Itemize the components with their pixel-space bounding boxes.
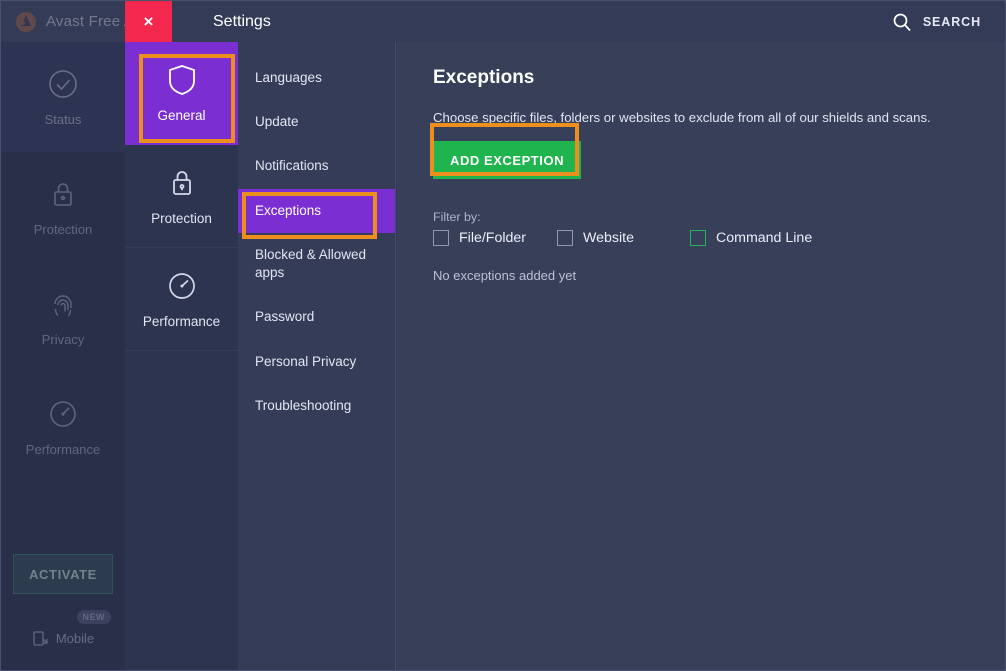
activate-button[interactable]: ACTIVATE — [13, 554, 113, 594]
settings-nav-troubleshooting[interactable]: Troubleshooting — [238, 384, 395, 428]
app-sidebar-nav: Status Protection Privacy Performance — [1, 42, 125, 482]
empty-state-note: No exceptions added yet — [433, 268, 577, 283]
filter-label-file-folder: File/Folder — [459, 230, 527, 246]
filter-file-folder[interactable]: File/Folder — [433, 230, 557, 246]
checkbox-file-folder[interactable] — [433, 230, 449, 246]
checkbox-command-line[interactable] — [690, 230, 706, 246]
add-exception-button[interactable]: ADD EXCEPTION — [433, 141, 582, 179]
lock-icon — [46, 177, 80, 211]
close-x-icon: × — [143, 12, 154, 31]
sidebar-item-protection[interactable]: Protection — [1, 152, 125, 262]
page-title: Exceptions — [433, 67, 535, 88]
settings-nav-notifications[interactable]: Notifications — [238, 144, 395, 188]
exceptions-pane: Exceptions Choose specific files, folder… — [397, 42, 1005, 670]
sidebar-item-performance[interactable]: Performance — [1, 372, 125, 482]
gauge-icon — [166, 270, 198, 302]
settings-nav-exceptions[interactable]: Exceptions — [238, 188, 395, 233]
filter-label-website: Website — [583, 230, 634, 246]
category-performance[interactable]: Performance — [125, 248, 238, 351]
settings-modal: × Settings SEARCH General Protection Per… — [125, 1, 1005, 670]
category-label-general: General — [157, 108, 206, 123]
page-description: Choose specific files, folders or websit… — [433, 110, 931, 125]
checkbox-website[interactable] — [557, 230, 573, 246]
filter-website[interactable]: Website — [557, 230, 690, 246]
settings-nav-blocked-allowed-apps[interactable]: Blocked & Allowed apps — [238, 233, 395, 295]
filter-by-label: Filter by: — [433, 210, 481, 224]
search-label: SEARCH — [922, 14, 981, 29]
filter-label-command-line: Command Line — [716, 230, 813, 246]
sidebar-label-status: Status — [44, 112, 82, 127]
category-label-protection: Protection — [151, 210, 212, 226]
shield-icon — [166, 64, 198, 96]
sidebar-item-mobile[interactable]: NEW Mobile — [13, 610, 113, 660]
settings-nav-list: Languages Update Notifications Exception… — [238, 42, 396, 670]
avast-settings-window: Avast Free Antivirus Status Protection P… — [0, 0, 1006, 671]
check-circle-icon — [46, 67, 80, 101]
sidebar-item-privacy[interactable]: Privacy — [1, 262, 125, 372]
lock-icon — [166, 167, 198, 199]
sidebar-item-status[interactable]: Status — [1, 42, 125, 152]
mobile-device-icon — [32, 630, 49, 647]
settings-titlebar: × Settings SEARCH — [125, 1, 1005, 42]
settings-title: Settings — [213, 12, 271, 30]
search-button[interactable]: SEARCH — [892, 1, 981, 42]
sidebar-label-performance: Performance — [25, 442, 101, 457]
avast-logo-icon — [15, 11, 37, 33]
category-label-performance: Performance — [142, 313, 221, 329]
app-sidebar: Status Protection Privacy Performance AC… — [1, 42, 125, 670]
settings-nav-update[interactable]: Update — [238, 100, 395, 144]
sidebar-label-protection: Protection — [33, 222, 93, 237]
gauge-icon — [46, 397, 80, 431]
sidebar-bottom: ACTIVATE NEW Mobile — [1, 554, 125, 670]
category-general[interactable]: General — [125, 42, 238, 145]
category-protection[interactable]: Protection — [125, 145, 238, 248]
new-badge: NEW — [76, 610, 111, 624]
settings-category-rail: General Protection Performance — [125, 42, 238, 670]
filter-command-line[interactable]: Command Line — [690, 230, 812, 246]
filter-checkbox-row: File/Folder Website Command Line — [433, 230, 977, 246]
sidebar-label-privacy: Privacy — [41, 332, 85, 347]
close-button[interactable]: × — [125, 1, 172, 42]
sidebar-label-mobile: Mobile — [55, 630, 95, 646]
fingerprint-icon — [46, 287, 80, 321]
settings-nav-personal-privacy[interactable]: Personal Privacy — [238, 340, 395, 384]
settings-nav-languages[interactable]: Languages — [238, 56, 395, 100]
search-icon — [892, 12, 912, 32]
settings-nav-password[interactable]: Password — [238, 295, 395, 339]
